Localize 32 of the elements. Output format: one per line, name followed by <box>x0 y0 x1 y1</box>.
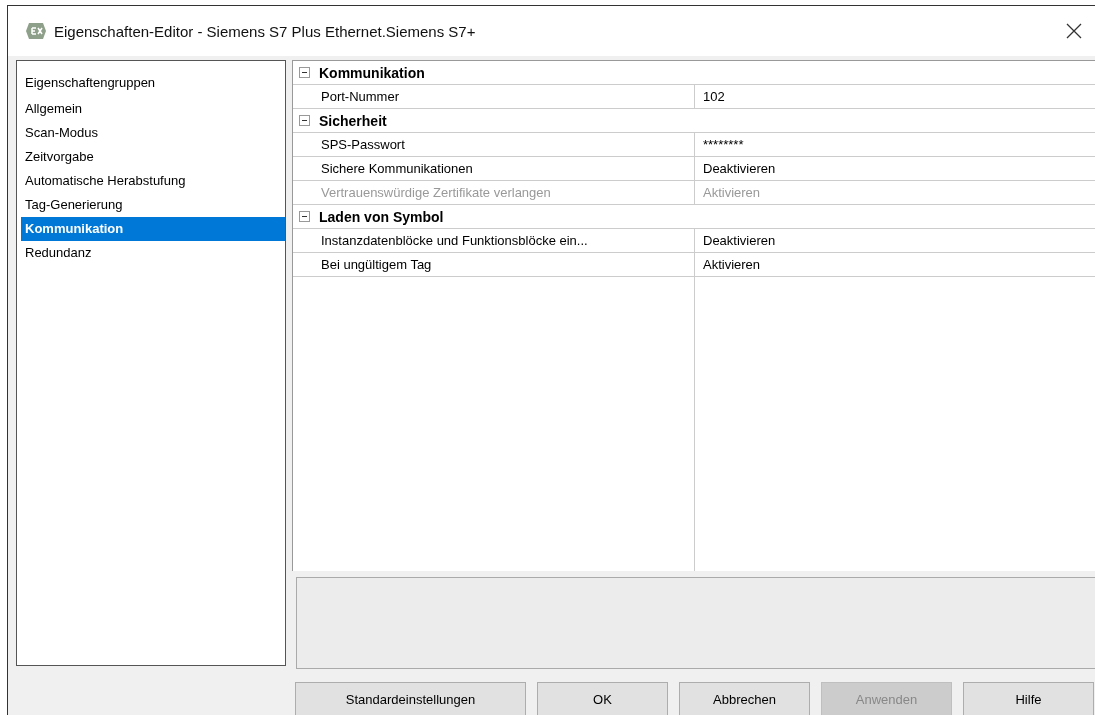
property-name: Bei ungültigem Tag <box>319 253 695 276</box>
property-name: Vertrauenswürdige Zertifikate verlangen <box>319 181 695 204</box>
property-name: Port-Nummer <box>319 85 695 108</box>
close-icon[interactable] <box>1066 23 1082 39</box>
dialog-button[interactable]: Abbrechen <box>679 682 810 715</box>
property-value[interactable]: Deaktivieren <box>695 157 776 180</box>
collapse-icon[interactable] <box>299 67 310 78</box>
group-item[interactable]: Redundanz <box>21 241 285 265</box>
group-item[interactable]: Scan-Modus <box>21 121 285 145</box>
property-value[interactable]: Aktivieren <box>695 253 761 276</box>
group-item[interactable]: Allgemein <box>21 97 285 121</box>
category-title: Kommunikation <box>319 64 425 81</box>
dialog-button[interactable]: Standardeinstellungen <box>295 682 526 715</box>
property-value[interactable]: ******** <box>695 133 744 156</box>
property-value[interactable]: 102 <box>695 85 725 108</box>
dialog-button[interactable]: Hilfe <box>963 682 1094 715</box>
app-logo-icon <box>26 22 46 40</box>
property-name: Sichere Kommunikationen <box>319 157 695 180</box>
list-heading: Eigenschaftengruppen <box>24 74 157 92</box>
dialog-button[interactable]: OK <box>537 682 668 715</box>
group-item[interactable]: Kommunikation <box>21 217 285 241</box>
group-item[interactable]: Zeitvorgabe <box>21 145 285 169</box>
collapse-icon[interactable] <box>299 115 310 126</box>
category-title: Laden von Symbol <box>319 208 444 225</box>
group-item[interactable]: Automatische Herabstufung <box>21 169 285 193</box>
property-name: SPS-Passwort <box>319 133 695 156</box>
window-title: Eigenschaften-Editor - Siemens S7 Plus Ethernet.Siemens S7+ <box>54 22 477 40</box>
property-value[interactable]: Deaktivieren <box>695 229 776 252</box>
category-title: Sicherheit <box>319 112 387 129</box>
group-item[interactable]: Tag-Generierung <box>21 193 285 217</box>
property-name: Instanzdatenblöcke und Funktionsblöcke ein... <box>319 229 695 252</box>
collapse-icon[interactable] <box>299 211 310 222</box>
